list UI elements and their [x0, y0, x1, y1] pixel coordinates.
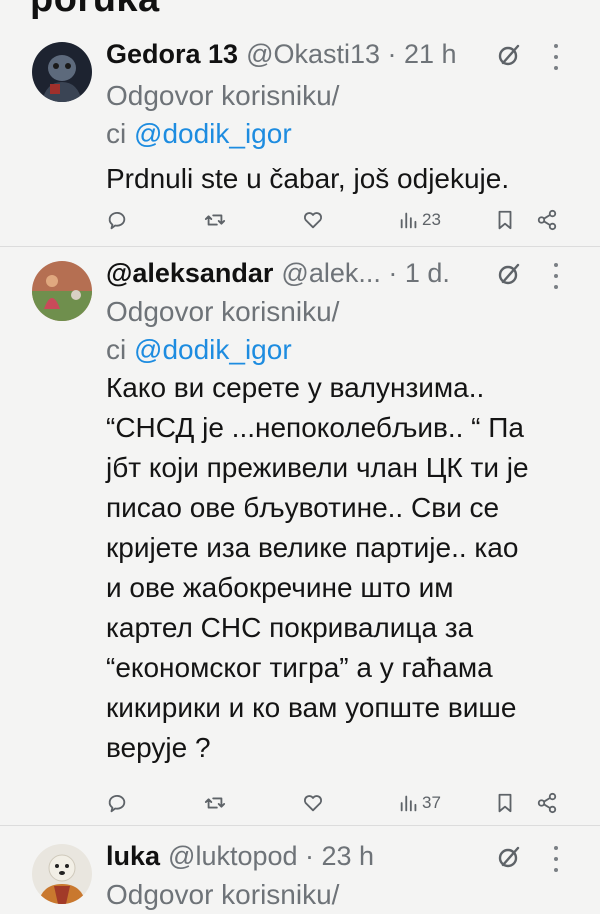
reply-label: Odgovor korisniku/ [106, 296, 340, 327]
avatar[interactable] [32, 844, 92, 904]
tweet-text-line: јбт који преживели члан ЦК ти је [106, 452, 529, 483]
tweet-text-line: кикирики и ко вам уопште више [106, 692, 517, 723]
user-handle-time[interactable]: @alek... · 1 d. [281, 258, 449, 289]
tweet-text-line: писао ове бљувотине.. Сви се [106, 492, 500, 523]
tweet-text-line: и ове жабокречине што им [106, 572, 454, 603]
views-value: 37 [422, 793, 441, 812]
share-icon[interactable] [536, 789, 558, 817]
share-icon[interactable] [536, 206, 558, 234]
bookmark-icon[interactable] [494, 789, 516, 817]
tweet-text-line: Како ви серете у валунзима.. [106, 372, 485, 403]
views-icon [400, 795, 417, 812]
tweet-text-line: “СНСД је ...непоколебљив.. “ Па [106, 412, 524, 443]
avatar[interactable] [32, 261, 92, 321]
tweet-luka[interactable]: luka @luktopod · 23 h Odgovor korisniku/ [0, 826, 600, 910]
tweet-text: Prdnuli ste u čabar, još odjekuje. [106, 163, 510, 194]
user-handle-time[interactable]: @luktopod · 23 h [168, 841, 374, 872]
tweet-text: Како ви серете у валунзима.. “СНСД је ..… [106, 368, 576, 768]
reply-context: Odgovor korisniku/ [106, 876, 339, 914]
reply-label: Odgovor korisniku/ [106, 879, 340, 910]
retweet-icon[interactable] [204, 789, 226, 817]
views-value: 23 [422, 210, 441, 229]
reply-label-cont: ci [106, 118, 127, 149]
more-icon[interactable] [550, 44, 562, 70]
reply-label-cont: ci [106, 334, 127, 365]
bookmark-icon[interactable] [494, 206, 516, 234]
tweet-aleksandar[interactable]: @aleksandar @alek... · 1 d. Odgovor kori… [0, 247, 600, 825]
grok-icon[interactable] [496, 844, 522, 870]
user-name[interactable]: luka [106, 841, 160, 872]
tweet-text-line: “економског тигра” а у гаћама [106, 652, 493, 683]
retweet-icon[interactable] [204, 206, 226, 234]
mention-link[interactable]: @dodik_igor [134, 334, 292, 365]
user-name[interactable]: Gedora 13 [106, 39, 238, 70]
reply-icon[interactable] [106, 789, 128, 817]
tweet-text-line: верује ? [106, 732, 211, 763]
like-icon[interactable] [302, 206, 324, 234]
tweet-actions: 37 [106, 789, 576, 817]
reply-context: Odgovor korisniku/ ci @dodik_igor [106, 293, 339, 369]
user-name[interactable]: @aleksandar [106, 258, 273, 289]
tweet-gedora[interactable]: Gedora 13 @Okasti13 · 21 h Odgovor koris… [0, 0, 600, 246]
user-handle-time[interactable]: @Okasti13 · 21 h [246, 39, 457, 70]
more-icon[interactable] [550, 263, 562, 289]
reply-context: Odgovor korisniku/ ci @dodik_igor [106, 77, 339, 153]
reply-label: Odgovor korisniku/ [106, 80, 340, 111]
tweet-text-line: кријете иза велике партије.. као [106, 532, 519, 563]
grok-icon[interactable] [496, 261, 522, 287]
reply-icon[interactable] [106, 206, 128, 234]
views-count[interactable]: 37 [398, 789, 441, 817]
avatar[interactable] [32, 42, 92, 102]
mention-link[interactable]: @dodik_igor [134, 118, 292, 149]
grok-icon[interactable] [496, 42, 522, 68]
tweet-actions: 23 [106, 206, 576, 234]
tweet-text-line: картел СНС покривалица за [106, 612, 474, 643]
views-count[interactable]: 23 [398, 206, 441, 234]
more-icon[interactable] [550, 846, 562, 872]
views-icon [400, 212, 417, 229]
like-icon[interactable] [302, 789, 324, 817]
